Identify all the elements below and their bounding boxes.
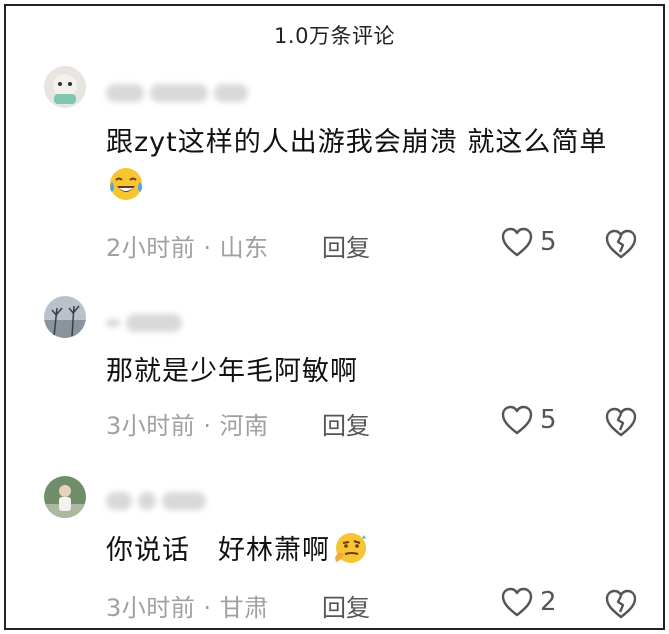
comment-meta: 3小时前 · 甘肃 — [106, 594, 269, 622]
comment-meta: 2小时前 · 山东 — [106, 234, 269, 262]
comment-panel: 1.0万条评论 跟zyt这样的人出游我会崩溃 就这么简单 2小时前 · 山东 回… — [4, 4, 665, 630]
dislike-button[interactable] — [604, 588, 638, 620]
like-count: 5 — [540, 405, 557, 435]
reply-button[interactable]: 回复 — [322, 406, 370, 441]
comment-meta: 3小时前 · 河南 — [106, 412, 269, 440]
like-button[interactable]: 2 — [500, 586, 557, 618]
comment-count-title: 1.0万条评论 — [274, 24, 395, 48]
username-blurred[interactable] — [106, 310, 256, 336]
like-button[interactable]: 5 — [500, 226, 557, 258]
avatar[interactable] — [44, 476, 86, 518]
avatar[interactable] — [44, 66, 86, 108]
broken-heart-icon — [604, 228, 638, 260]
comment-time: 3小时前 — [106, 594, 196, 622]
comment-location: 甘肃 — [219, 594, 269, 622]
username-blurred[interactable] — [106, 488, 256, 514]
dislike-button[interactable] — [604, 228, 638, 260]
like-count: 2 — [540, 587, 557, 617]
broken-heart-icon — [604, 406, 638, 438]
heart-outline-icon — [500, 586, 534, 618]
comment-location: 山东 — [219, 234, 269, 262]
comment-time: 3小时前 — [106, 412, 196, 440]
laughing-crying-emoji — [108, 166, 144, 202]
like-button[interactable]: 5 — [500, 404, 557, 436]
comment-location: 河南 — [219, 412, 269, 440]
comment-text: 那就是少年毛阿敏啊 — [106, 356, 358, 387]
thinking-smirk-emoji — [332, 530, 368, 566]
comment-text: 跟zyt这样的人出游我会崩溃 就这么简单 — [106, 121, 633, 209]
avatar[interactable] — [44, 296, 86, 338]
comment-time: 2小时前 — [106, 234, 196, 262]
dislike-button[interactable] — [604, 406, 638, 438]
like-count: 5 — [540, 227, 557, 257]
reply-button[interactable]: 回复 — [322, 588, 370, 623]
reply-button[interactable]: 回复 — [322, 228, 370, 263]
broken-heart-icon — [604, 588, 638, 620]
username-blurred[interactable] — [106, 80, 256, 106]
heart-outline-icon — [500, 226, 534, 258]
heart-outline-icon — [500, 404, 534, 436]
comment-text: 你说话 好林萧啊 — [106, 529, 633, 573]
